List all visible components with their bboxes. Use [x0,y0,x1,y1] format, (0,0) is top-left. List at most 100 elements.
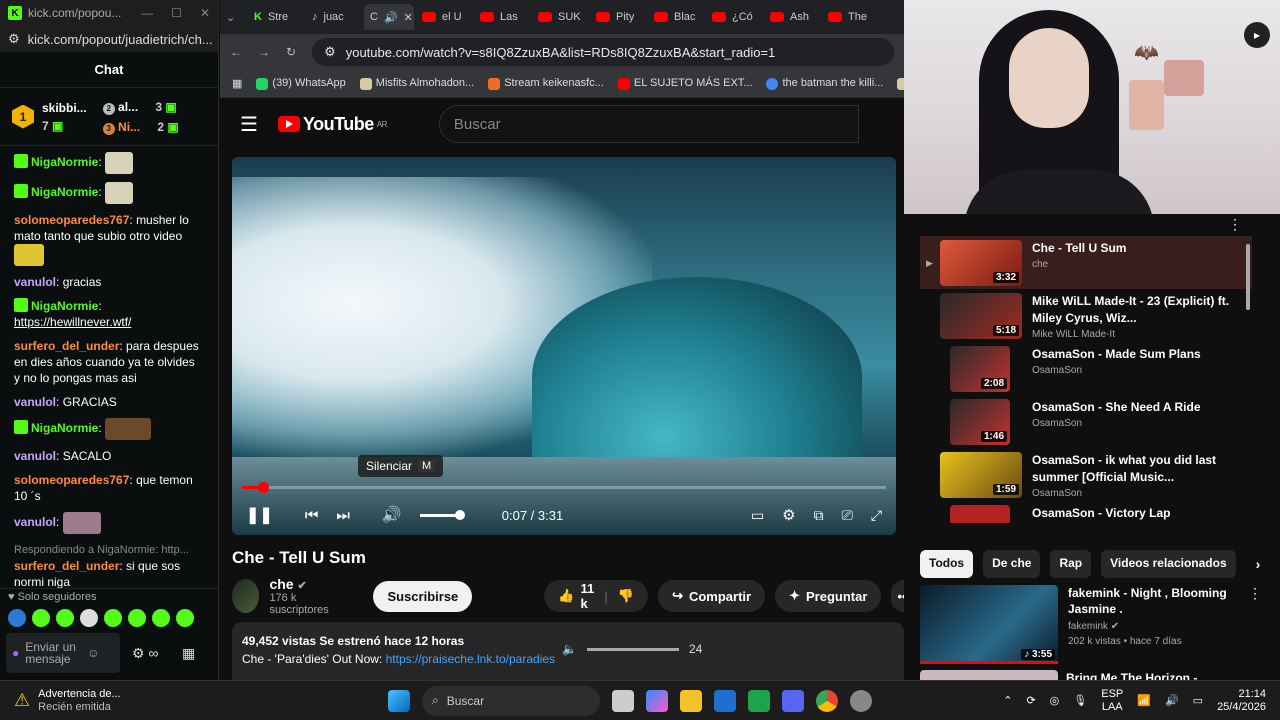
volume-icon[interactable]: 🔊 [382,505,402,525]
thumbs-down-icon[interactable]: 👎 [618,588,634,604]
playlist-item[interactable]: 2:08 OsamaSon - Made Sum Plans OsamaSon [920,342,1252,395]
bookmark[interactable]: the batman the killi... [766,77,883,90]
apps-icon[interactable]: ▦ [232,77,242,90]
overlay-button-icon[interactable]: ▸ [1244,22,1270,48]
language-indicator[interactable]: ESP LAA [1101,688,1123,714]
settings-icon[interactable]: ⚙ [782,506,795,524]
chat-link[interactable]: https://hewillnever.wtf/ [14,315,131,329]
cast-icon[interactable]: ⎚ [842,507,853,524]
mic-icon[interactable]: 🎙 [1073,694,1087,707]
channel-avatar[interactable] [232,579,260,613]
chat-input[interactable]: ● Enviar un mensaje ☺ [6,633,120,673]
more-icon[interactable]: ⋮ [1248,585,1262,663]
chevron-right-icon[interactable]: › [1246,550,1271,578]
tab[interactable]: Las [474,4,530,30]
bookmark[interactable]: Stream keikenasfc... [488,77,604,90]
back-icon[interactable]: ← [230,45,242,59]
playlist-item[interactable]: 5:18 Mike WiLL Made-It - 23 (Explicit) f… [920,289,1252,342]
popup-url[interactable]: kick.com/popout/juadietrich/ch... [28,32,213,47]
tab[interactable]: SUK [532,4,588,30]
tab[interactable]: ♪ juac [306,4,362,30]
chip-related[interactable]: Videos relacionados [1101,550,1236,578]
site-settings-icon[interactable]: ⚙ [8,31,20,47]
bookmark[interactable]: Misfits Almohadon... [359,77,474,90]
address-bar[interactable]: ⚙ youtube.com/watch?v=s8IQ8ZzuxBA&list=RD… [312,38,894,66]
chat-username[interactable]: NigaNormie [31,155,98,169]
tab-active[interactable]: C 🔊 ✕ [364,4,414,30]
close-icon[interactable]: ✕ [200,6,210,20]
tab[interactable]: el U [416,4,472,30]
menu-icon[interactable]: ☰ [240,112,258,137]
like-button[interactable]: 👍 11 k | 👎 [544,580,649,612]
emoji-icon[interactable]: ☺ [87,647,99,659]
tray-chevron-up-icon[interactable]: ⌃ [1003,694,1012,707]
playlist-menu-icon[interactable]: ⋮ [1228,216,1242,233]
minimize-icon[interactable]: — [141,6,153,20]
emote-icon[interactable] [104,609,122,627]
description-link[interactable]: https://praiseche.lnk.to/paradies [386,652,555,666]
tab[interactable]: ¿Có [706,4,762,30]
miniplayer-icon[interactable]: ⧉ [814,507,824,524]
subtitles-icon[interactable]: ▭ [751,507,764,524]
playlist-item[interactable]: OsamaSon - Victory Lap [920,501,1252,523]
chat-username[interactable]: solomeoparedes767 [14,213,129,227]
playlist-item[interactable]: ▶ 3:32 Che - Tell U Sum che [920,236,1252,289]
pause-icon[interactable]: ❚❚ [246,505,273,525]
excel-icon[interactable] [748,689,770,712]
emote-icon[interactable] [80,609,98,627]
file-explorer-icon[interactable] [680,689,702,712]
video-player[interactable]: Silenciar M ❚❚ ⏮ ⏭ 🔊 0:07 / 3:31 ▭ ⚙ ⧉ ⎚ … [232,157,896,535]
chrome-icon[interactable] [816,689,838,712]
windows-start-icon[interactable] [388,689,410,712]
settings-app-icon[interactable] [850,689,872,712]
progress-bar[interactable] [242,482,886,493]
chat-username[interactable]: surfero_del_under [14,559,119,573]
subscribe-button[interactable]: Suscribirse [373,580,473,612]
emote-icon[interactable] [176,609,194,627]
tab[interactable]: K Stre [248,4,304,30]
bookmark[interactable]: (39) WhatsApp [256,77,346,90]
emote-icon[interactable] [32,609,50,627]
tab-search-icon[interactable]: ⌄ [226,11,246,24]
settings-icon[interactable]: ⚙ ∞ [132,645,158,662]
search-input[interactable]: Buscar [438,105,859,143]
emote-icon[interactable] [8,609,26,627]
chat-username[interactable]: NigaNormie [31,185,98,199]
notification[interactable]: ⚠ Advertencia de... Recién emitida [0,688,200,714]
next-icon[interactable]: ⏭ [336,507,350,524]
chip-rap[interactable]: Rap [1050,550,1092,578]
task-view-icon[interactable] [612,689,634,712]
previous-icon[interactable]: ⏮ [305,507,319,524]
copilot-icon[interactable] [646,689,668,712]
playlist-item[interactable]: 1:59 OsamaSon - ik what you did last sum… [920,448,1252,501]
volume-overlay-bar[interactable] [586,647,679,651]
ask-button[interactable]: ✦ Preguntar [775,580,882,612]
tab[interactable]: Pity [590,4,646,30]
playlist-item[interactable]: 1:46 OsamaSon - She Need A Ride OsamaSon [920,395,1252,448]
reload-icon[interactable]: ↻ [286,45,296,59]
chip-de-che[interactable]: De che [983,550,1041,578]
emote-icon[interactable] [128,609,146,627]
word-icon[interactable] [714,689,736,712]
rec-title-2[interactable]: Bring Me The Horizon - Shadow... [1066,670,1246,680]
tab[interactable]: The [822,4,878,30]
playlist-scrollbar[interactable] [1246,244,1250,310]
tray-app-icon[interactable]: ⟳ [1026,694,1035,707]
emote-icon[interactable] [152,609,170,627]
share-button[interactable]: ↪ Compartir [658,580,766,612]
wifi-icon[interactable]: 📶 [1137,694,1151,707]
discord-icon[interactable] [782,689,804,712]
bookmark[interactable]: EL SUJETO MÁS EXT... [617,77,752,90]
channel-name[interactable]: che [269,576,293,592]
rec-thumbnail-2[interactable] [920,670,1058,680]
chat-username[interactable]: surfero_del_under [14,339,119,353]
chat-username[interactable]: vanulol [14,515,56,529]
site-info-icon[interactable]: ⚙ [324,44,336,60]
chat-username[interactable]: vanulol [14,395,56,409]
chat-username[interactable]: solomeoparedes767 [14,473,129,487]
clock[interactable]: 21:14 25/4/2026 [1217,688,1266,714]
mic-icon[interactable]: ● [12,647,19,659]
volume-tray-icon[interactable]: 🔊 [1165,694,1179,707]
chat-username[interactable]: NigaNormie [31,421,98,435]
battery-icon[interactable]: ▭ [1193,694,1203,707]
